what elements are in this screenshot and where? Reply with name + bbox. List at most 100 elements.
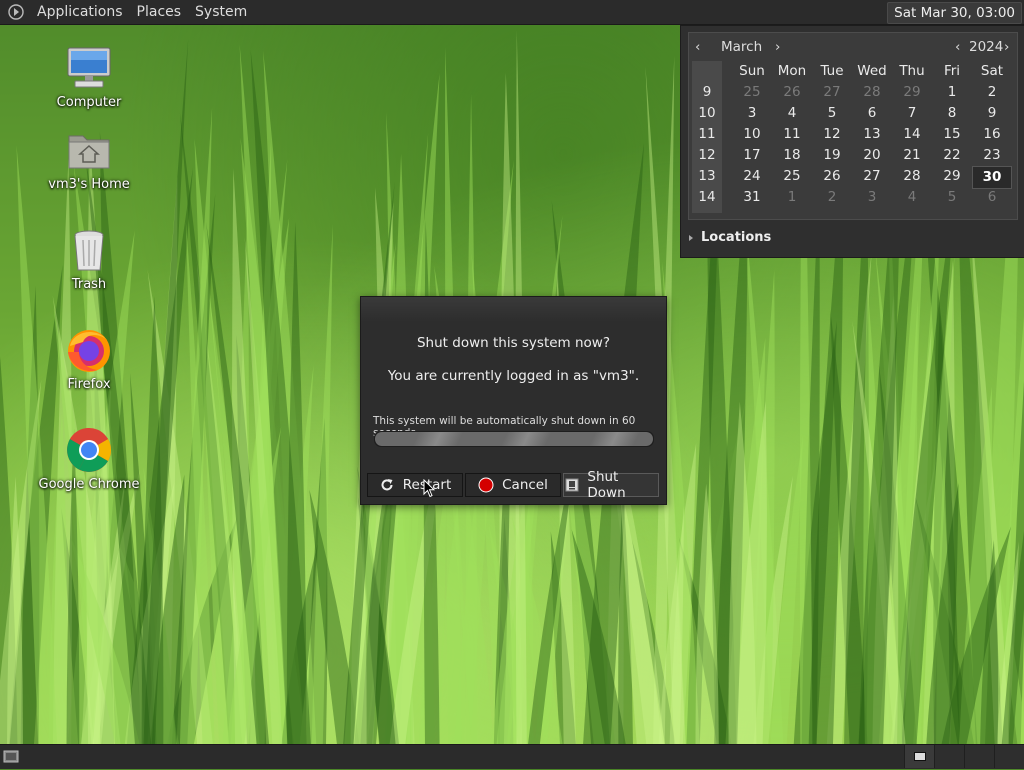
calendar-day[interactable]: 1 — [932, 82, 972, 103]
locations-expander[interactable]: Locations — [689, 230, 771, 245]
calendar-popup: ‹ March › ‹ 2024 › Sun Mon Tue Wed Thu Fri Sat… — [680, 25, 1024, 258]
calendar-week-row: 9 25 26 27 28 29 1 2 — [689, 82, 1017, 103]
calendar-day[interactable]: 6 — [972, 187, 1012, 208]
desktop-icon-label: Computer — [56, 95, 122, 110]
dialog-title: Shut down this system now? — [416, 335, 611, 351]
calendar-day[interactable]: 10 — [732, 124, 772, 145]
weekday-label: Thu — [899, 63, 925, 79]
calendar-day[interactable]: 8 — [932, 103, 972, 124]
calendar-month: March — [721, 39, 763, 55]
week-number: 9 — [702, 84, 712, 100]
prev-month-icon[interactable]: ‹ — [695, 39, 700, 55]
menu-system[interactable]: System — [188, 0, 254, 24]
calendar-day[interactable]: 6 — [852, 103, 892, 124]
shutdown-dialog: Shut down this system now? You are curre… — [360, 296, 667, 505]
calendar-day[interactable]: 24 — [732, 166, 772, 187]
calendar-day[interactable]: 27 — [852, 166, 892, 187]
calendar-day[interactable]: 26 — [772, 82, 812, 103]
desktop-icon-computer[interactable]: Computer — [34, 44, 144, 110]
workspace-1[interactable] — [904, 745, 934, 768]
calendar-day[interactable]: 22 — [932, 145, 972, 166]
calendar-week-row: 12 17 18 19 20 21 22 23 — [689, 145, 1017, 166]
workspace-3[interactable] — [964, 745, 994, 768]
calendar-header: ‹ March › ‹ 2024 › — [689, 33, 1017, 59]
calendar-day[interactable]: 26 — [812, 166, 852, 187]
countdown-progress-bar — [374, 431, 654, 447]
cancel-label: Cancel — [502, 477, 548, 493]
calendar-day[interactable]: 23 — [972, 145, 1012, 166]
shutdown-icon — [564, 477, 579, 493]
calendar-day[interactable]: 5 — [932, 187, 972, 208]
calendar-day[interactable]: 2 — [972, 82, 1012, 103]
restart-button[interactable]: Restart — [367, 473, 463, 497]
calendar-day[interactable]: 21 — [892, 145, 932, 166]
desktop-icon-home[interactable]: vm3's Home — [34, 126, 144, 192]
desktop-icon-label: Trash — [71, 277, 107, 292]
calendar-day[interactable]: 16 — [972, 124, 1012, 145]
calendar-week-row: 10 3 4 5 6 7 8 9 — [689, 103, 1017, 124]
calendar-day[interactable]: 28 — [852, 82, 892, 103]
weekday-header-row: Sun Mon Tue Wed Thu Fri Sat — [689, 61, 1017, 82]
cancel-icon — [478, 477, 494, 493]
restart-icon — [379, 477, 395, 493]
calendar-year: 2024 — [969, 39, 1004, 55]
calendar-day-today[interactable]: 30 — [972, 166, 1012, 189]
cancel-button[interactable]: Cancel — [465, 473, 561, 497]
calendar-week-row: 14 31 1 2 3 4 5 6 — [689, 187, 1017, 208]
calendar-day[interactable]: 29 — [892, 82, 932, 103]
calendar-day[interactable]: 17 — [732, 145, 772, 166]
shutdown-label: Shut Down — [587, 469, 626, 501]
calendar-day[interactable]: 31 — [732, 187, 772, 208]
home-folder-icon — [65, 126, 113, 174]
calendar-day[interactable]: 4 — [772, 103, 812, 124]
next-year-icon[interactable]: › — [1004, 39, 1009, 55]
weekday-label: Fri — [943, 63, 961, 79]
desktop-icon-trash[interactable]: Trash — [34, 226, 144, 292]
show-desktop-icon[interactable] — [2, 748, 20, 766]
desktop-icon-chrome[interactable]: Google Chrome — [34, 426, 144, 492]
calendar-day[interactable]: 20 — [852, 145, 892, 166]
menu-applications[interactable]: Applications — [30, 0, 130, 24]
calendar-grid: Sun Mon Tue Wed Thu Fri Sat 9 25 26 27 28 29 1 2 10 3 4 5 6… — [689, 61, 1017, 208]
window-thumbnail-icon — [913, 752, 926, 761]
clock[interactable]: Sat Mar 30, 03:00 — [887, 2, 1022, 24]
calendar-day[interactable]: 4 — [892, 187, 932, 208]
menu-logo-icon[interactable] — [8, 4, 24, 20]
bottom-panel — [0, 744, 1024, 769]
calendar-day[interactable]: 25 — [732, 82, 772, 103]
computer-icon — [65, 44, 113, 92]
calendar-day[interactable]: 7 — [892, 103, 932, 124]
calendar-day[interactable]: 27 — [812, 82, 852, 103]
calendar-day[interactable]: 2 — [812, 187, 852, 208]
calendar-day[interactable]: 12 — [812, 124, 852, 145]
dialog-user-text: You are currently logged in as "vm3". — [387, 368, 640, 384]
calendar-day[interactable]: 25 — [772, 166, 812, 187]
calendar-day[interactable]: 1 — [772, 187, 812, 208]
trash-icon — [65, 226, 113, 274]
desktop-icon-firefox[interactable]: Firefox — [34, 326, 144, 392]
calendar-day[interactable]: 28 — [892, 166, 932, 187]
calendar-day[interactable]: 3 — [732, 103, 772, 124]
mouse-cursor-icon — [423, 478, 436, 498]
calendar-day[interactable]: 29 — [932, 166, 972, 187]
calendar-day[interactable]: 3 — [852, 187, 892, 208]
week-number: 13 — [698, 168, 716, 184]
calendar-day[interactable]: 15 — [932, 124, 972, 145]
calendar-day[interactable]: 13 — [852, 124, 892, 145]
firefox-icon — [65, 326, 113, 374]
workspace-4[interactable] — [994, 745, 1024, 768]
calendar-day[interactable]: 14 — [892, 124, 932, 145]
menu-places[interactable]: Places — [130, 0, 189, 24]
top-panel: Applications Places System Sat Mar 30, 0… — [0, 0, 1024, 25]
prev-year-icon[interactable]: ‹ — [955, 39, 960, 55]
calendar-day[interactable]: 18 — [772, 145, 812, 166]
next-month-icon[interactable]: › — [775, 39, 780, 55]
week-number: 11 — [698, 126, 716, 142]
calendar-day[interactable]: 5 — [812, 103, 852, 124]
weekday-label: Sun — [739, 63, 765, 79]
workspace-2[interactable] — [934, 745, 964, 768]
calendar-day[interactable]: 9 — [972, 103, 1012, 124]
shutdown-button[interactable]: Shut Down — [563, 469, 659, 501]
calendar-day[interactable]: 19 — [812, 145, 852, 166]
calendar-day[interactable]: 11 — [772, 124, 812, 145]
